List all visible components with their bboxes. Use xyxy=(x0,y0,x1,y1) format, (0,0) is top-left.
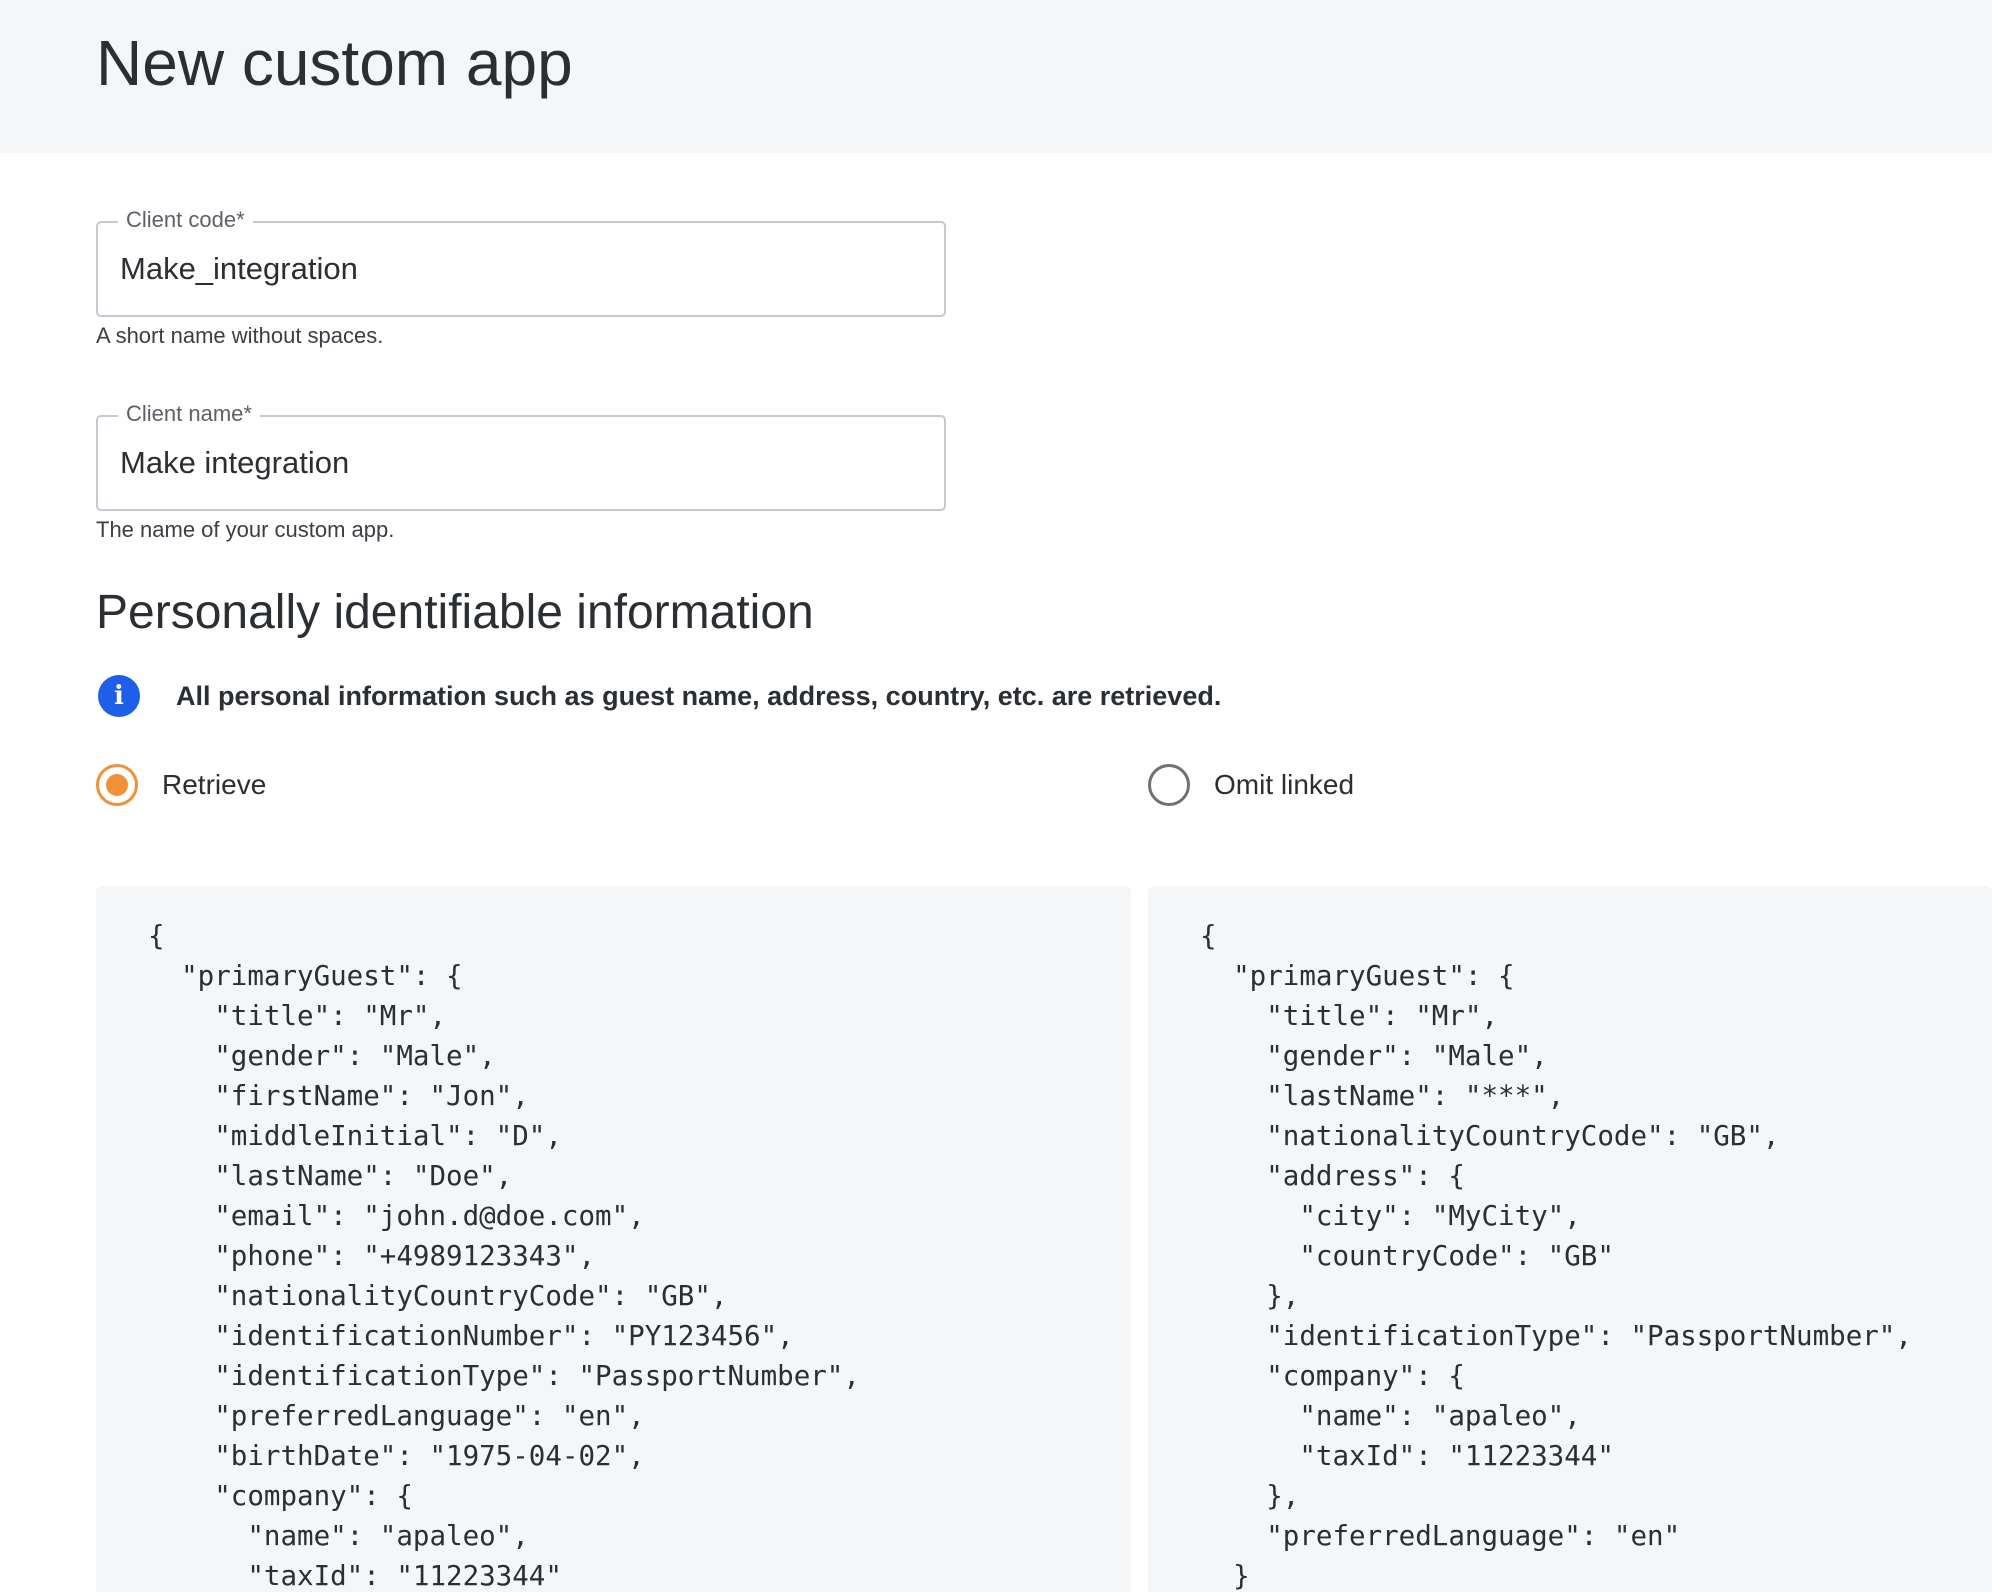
retrieve-code-panel: { "primaryGuest": { "title": "Mr", "gend… xyxy=(96,886,1131,1592)
omit-linked-radio[interactable]: Omit linked xyxy=(1148,764,1354,806)
client-name-label: Client name* xyxy=(118,398,260,430)
omit-linked-code-panel: { "primaryGuest": { "title": "Mr", "gend… xyxy=(1148,886,1992,1592)
retrieve-code-sample: { "primaryGuest": { "title": "Mr", "gend… xyxy=(96,886,1131,1592)
pii-info-message: i All personal information such as guest… xyxy=(98,674,1221,718)
pii-info-text: All personal information such as guest n… xyxy=(176,681,1221,712)
client-code-help: A short name without spaces. xyxy=(96,323,946,349)
pii-section-title: Personally identifiable information xyxy=(96,582,814,644)
retrieve-radio-button[interactable] xyxy=(96,764,138,806)
retrieve-radio-label[interactable]: Retrieve xyxy=(162,769,266,801)
client-name-help: The name of your custom app. xyxy=(96,517,946,543)
client-code-input[interactable] xyxy=(120,245,910,293)
client-name-field: Client name* The name of your custom app… xyxy=(96,415,946,543)
omit-linked-code-sample: { "primaryGuest": { "title": "Mr", "gend… xyxy=(1148,886,1992,1592)
omit-linked-radio-button[interactable] xyxy=(1148,764,1190,806)
page-header: New custom app xyxy=(0,0,1992,153)
info-icon: i xyxy=(98,675,140,717)
retrieve-radio[interactable]: Retrieve xyxy=(96,764,266,806)
client-code-field: Client code* A short name without spaces… xyxy=(96,221,946,349)
client-name-input[interactable] xyxy=(120,439,910,487)
client-name-box[interactable]: Client name* xyxy=(96,415,946,511)
client-code-label: Client code* xyxy=(118,204,253,236)
omit-linked-radio-label[interactable]: Omit linked xyxy=(1214,769,1354,801)
client-code-box[interactable]: Client code* xyxy=(96,221,946,317)
page-title: New custom app xyxy=(96,22,573,104)
